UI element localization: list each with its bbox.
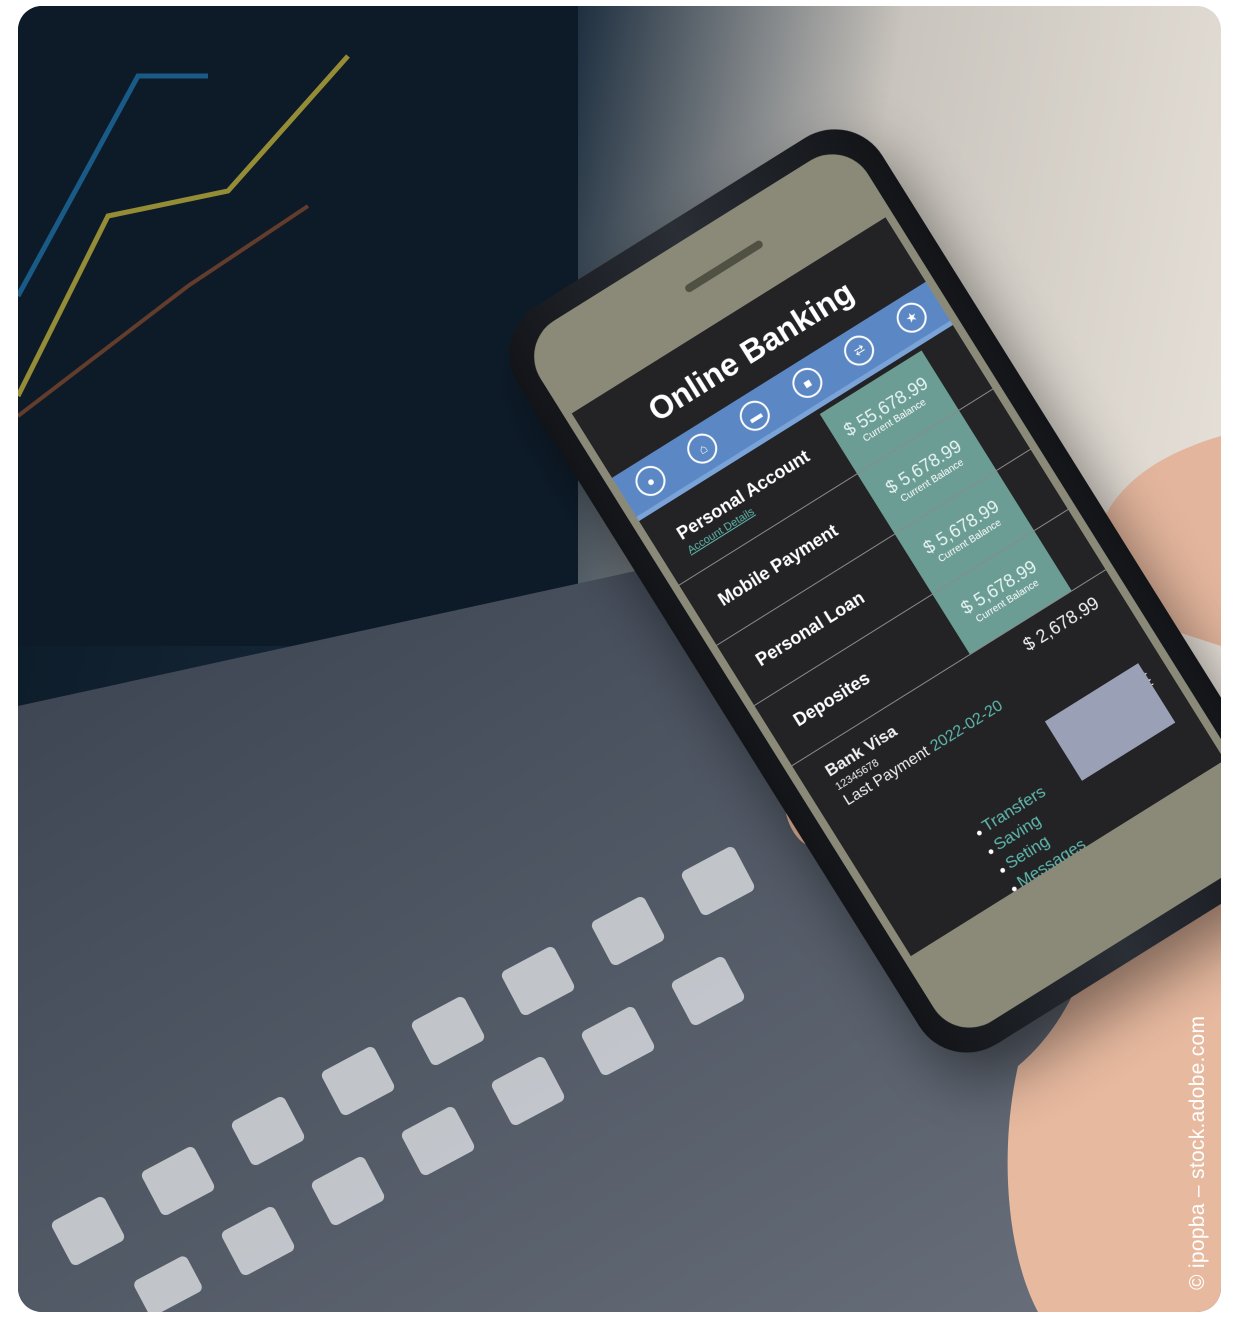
photo-credit-watermark: © ipopba – stock.adobe.com (1186, 1015, 1209, 1290)
bank-icon[interactable]: ⌂ (681, 427, 724, 470)
globe-icon[interactable]: ★ (891, 296, 933, 339)
photo: ▲ 84% ■ 15:42 Online Banking ● ⌂ ▬ ■ ⇄ ★… (18, 6, 1221, 1312)
user-icon[interactable]: ● (629, 460, 672, 502)
placeholder-tile (1044, 663, 1176, 781)
card-icon[interactable]: ▬ (734, 394, 776, 437)
lock-icon[interactable]: ■ (786, 362, 828, 404)
transfer-icon[interactable]: ⇄ (838, 329, 881, 371)
speaker-grille (683, 239, 765, 294)
